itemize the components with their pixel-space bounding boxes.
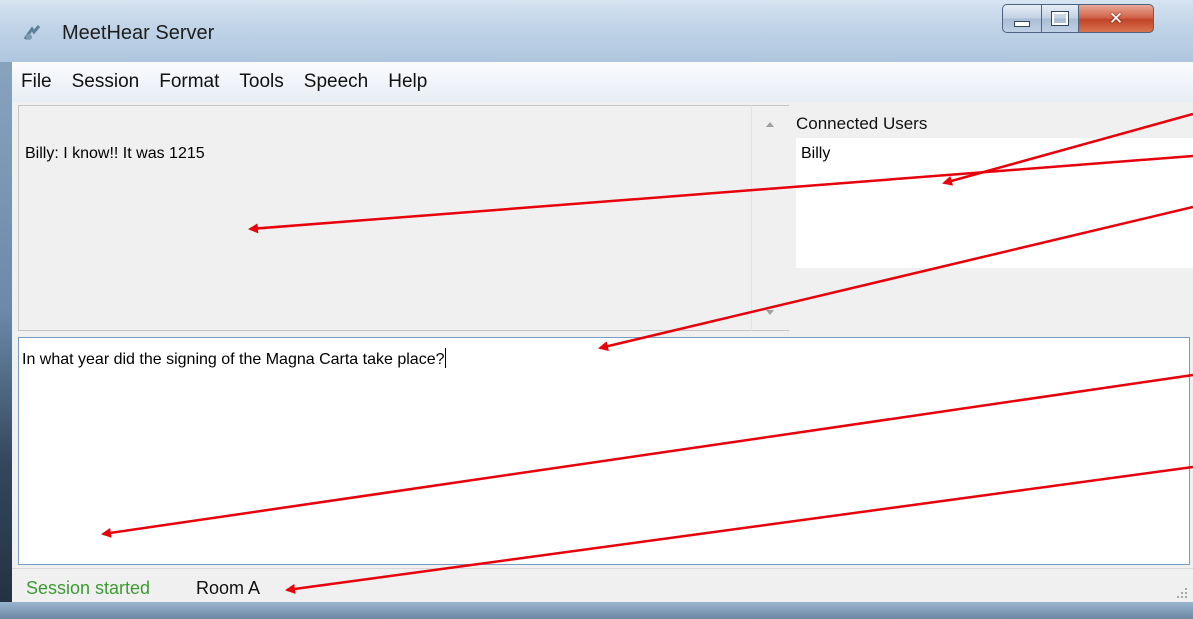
conversation-log[interactable]: Billy: I know!! It was 1215 bbox=[18, 105, 789, 331]
scroll-up-arrow-icon[interactable] bbox=[766, 122, 774, 127]
user-list-item[interactable]: Billy bbox=[801, 145, 830, 163]
window-frame-left bbox=[0, 0, 12, 619]
message-input-text: In what year did the signing of the Magn… bbox=[22, 348, 447, 369]
minimize-icon bbox=[1014, 20, 1030, 27]
close-icon: ✕ bbox=[1108, 8, 1124, 29]
menu-session[interactable]: Session bbox=[62, 62, 150, 102]
message-input-value: In what year did the signing of the Magn… bbox=[22, 351, 445, 368]
menu-speech[interactable]: Speech bbox=[294, 62, 378, 102]
text-caret bbox=[445, 348, 447, 368]
maximize-button[interactable] bbox=[1042, 4, 1079, 33]
room-name: Room A bbox=[196, 578, 261, 598]
log-scrollbar[interactable] bbox=[751, 105, 789, 331]
app-window: MeetHear Server ✕ File Session Format To… bbox=[0, 0, 1193, 619]
connected-users-list[interactable]: Billy bbox=[796, 138, 1193, 268]
client-area: File Session Format Tools Speech Help Bi… bbox=[12, 62, 1193, 603]
close-button[interactable]: ✕ bbox=[1079, 4, 1154, 33]
session-status: Session started bbox=[26, 578, 151, 598]
log-message: Billy: I know!! It was 1215 bbox=[25, 145, 205, 162]
scroll-down-arrow-icon[interactable] bbox=[766, 310, 774, 315]
menu-tools[interactable]: Tools bbox=[229, 62, 293, 102]
menu-help[interactable]: Help bbox=[378, 62, 437, 102]
status-bar: Session started Room A bbox=[12, 568, 1193, 603]
connected-users-label: Connected Users bbox=[796, 114, 928, 133]
title-bar[interactable]: MeetHear Server ✕ bbox=[0, 0, 1193, 62]
minimize-button[interactable] bbox=[1002, 4, 1042, 33]
message-input[interactable]: In what year did the signing of the Magn… bbox=[18, 337, 1190, 565]
menu-file[interactable]: File bbox=[12, 62, 62, 102]
window-frame-bottom bbox=[0, 602, 1193, 619]
maximize-icon bbox=[1051, 11, 1069, 26]
resize-grip-icon[interactable] bbox=[1175, 586, 1189, 600]
app-icon bbox=[23, 25, 41, 40]
window-title: MeetHear Server bbox=[62, 22, 215, 44]
menu-format[interactable]: Format bbox=[149, 62, 229, 102]
caption-buttons: ✕ bbox=[1002, 4, 1154, 33]
menu-bar: File Session Format Tools Speech Help bbox=[12, 62, 1193, 102]
